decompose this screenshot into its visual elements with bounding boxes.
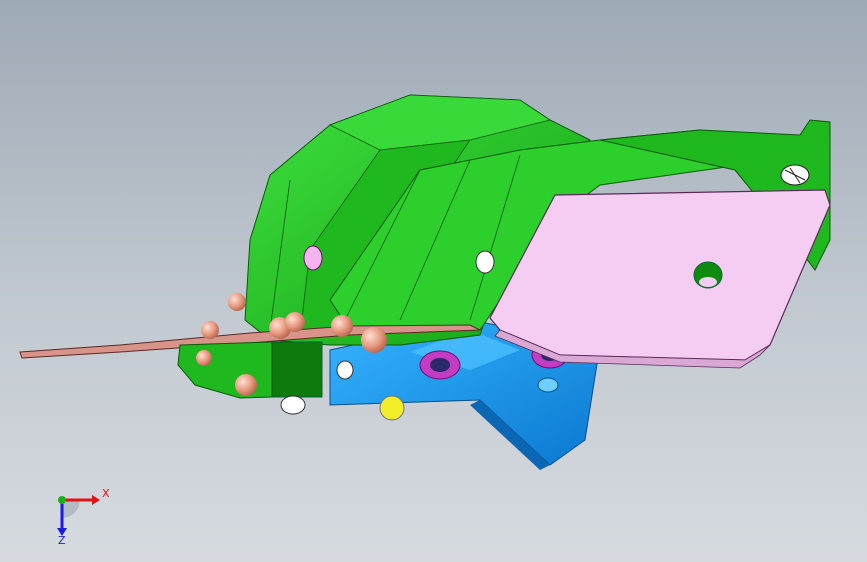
3d-model-view[interactable] <box>0 0 867 562</box>
rivet <box>361 327 387 353</box>
rivet <box>285 312 305 332</box>
x-axis-label: X <box>102 487 110 500</box>
y-axis-dot <box>58 496 66 504</box>
x-axis-arrowhead <box>92 495 100 505</box>
rivet <box>196 350 212 366</box>
rivet <box>201 321 219 339</box>
cad-viewport[interactable]: X Z <box>0 0 867 562</box>
z-axis-label: Z <box>58 534 66 547</box>
rivet <box>228 293 246 311</box>
rivet <box>235 374 257 396</box>
axis-triad: X Z <box>57 487 110 547</box>
rivet <box>331 315 353 337</box>
